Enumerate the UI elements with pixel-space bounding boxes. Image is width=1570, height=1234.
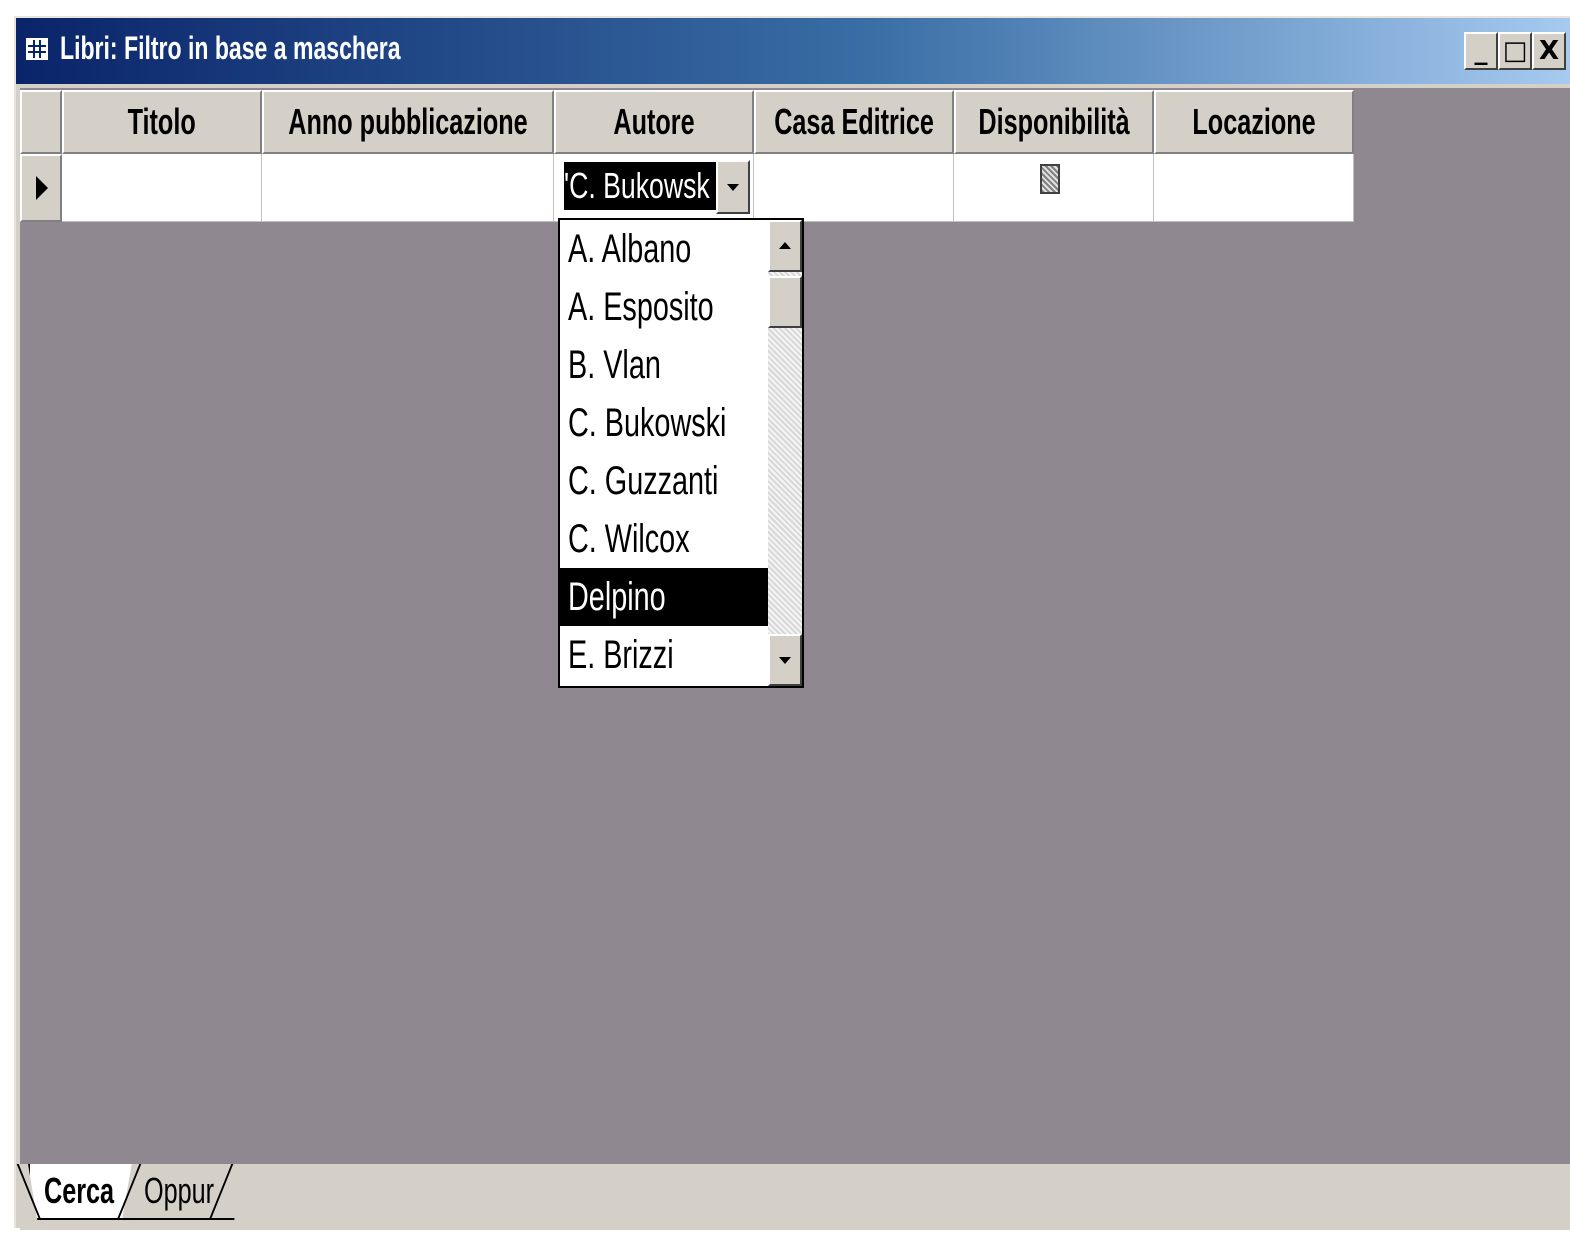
select-all-corner[interactable] <box>20 90 62 154</box>
column-header-titolo[interactable]: Titolo <box>62 90 262 154</box>
header-row: Titolo Anno pubblicazione Autore Casa Ed… <box>20 90 1358 154</box>
dropdown-option[interactable]: B. Vlan <box>560 336 770 394</box>
arrow-down-icon <box>779 657 791 664</box>
autore-dropdown-button[interactable] <box>716 160 750 214</box>
dropdown-option[interactable]: C. Guzzanti <box>560 452 770 510</box>
autore-combo[interactable]: 'C. Bukowsk <box>554 154 754 222</box>
filter-tabs: Cerca Oppur <box>16 1164 1570 1230</box>
disponibilita-checkbox[interactable] <box>1040 164 1060 194</box>
titolo-cell[interactable] <box>62 154 262 222</box>
chevron-down-icon <box>727 184 739 191</box>
dropdown-option[interactable]: A. Albano <box>560 220 770 278</box>
arrow-up-icon <box>779 242 791 249</box>
minimize-button[interactable]: _ <box>1464 32 1498 70</box>
scroll-up-button[interactable] <box>768 220 802 272</box>
dropdown-options: A. Albano A. Esposito B. Vlan C. Bukowsk… <box>560 220 770 684</box>
column-header-locazione[interactable]: Locazione <box>1154 90 1354 154</box>
casa-editrice-cell[interactable] <box>754 154 954 222</box>
dropdown-option[interactable]: C. Bukowski <box>560 394 770 452</box>
dropdown-option[interactable]: C. Wilcox <box>560 510 770 568</box>
dropdown-option[interactable]: A. Esposito <box>560 278 770 336</box>
maximize-button[interactable]: □ <box>1498 32 1532 70</box>
title-bar[interactable]: Libri: Filtro in base a maschera _ □ X <box>16 18 1570 84</box>
dropdown-option-selected[interactable]: Delpino <box>560 568 770 626</box>
scroll-down-button[interactable] <box>768 634 802 686</box>
datasheet-icon <box>26 38 48 60</box>
dropdown-option[interactable]: E. Brizzi <box>560 626 770 684</box>
locazione-cell[interactable] <box>1154 154 1354 222</box>
current-row-arrow-icon <box>36 176 48 200</box>
column-header-autore[interactable]: Autore <box>554 90 754 154</box>
close-button[interactable]: X <box>1532 32 1566 70</box>
autore-combo-value[interactable]: 'C. Bukowsk <box>564 162 716 210</box>
autore-dropdown-list[interactable]: A. Albano A. Esposito B. Vlan C. Bukowsk… <box>558 218 804 688</box>
dropdown-scrollbar[interactable] <box>768 220 802 686</box>
tab-oppur[interactable]: Oppur <box>122 1164 244 1220</box>
column-header-disponibilita[interactable]: Disponibilità <box>954 90 1154 154</box>
filter-row: 'C. Bukowsk <box>20 154 1358 222</box>
filter-grid: Titolo Anno pubblicazione Autore Casa Ed… <box>20 90 1358 222</box>
scroll-thumb[interactable] <box>768 276 802 328</box>
window-title: Libri: Filtro in base a maschera <box>60 30 401 66</box>
column-header-casa-editrice[interactable]: Casa Editrice <box>754 90 954 154</box>
row-selector[interactable] <box>20 154 62 222</box>
anno-cell[interactable] <box>262 154 554 222</box>
disponibilita-cell[interactable] <box>954 154 1154 222</box>
column-header-anno[interactable]: Anno pubblicazione <box>262 90 554 154</box>
